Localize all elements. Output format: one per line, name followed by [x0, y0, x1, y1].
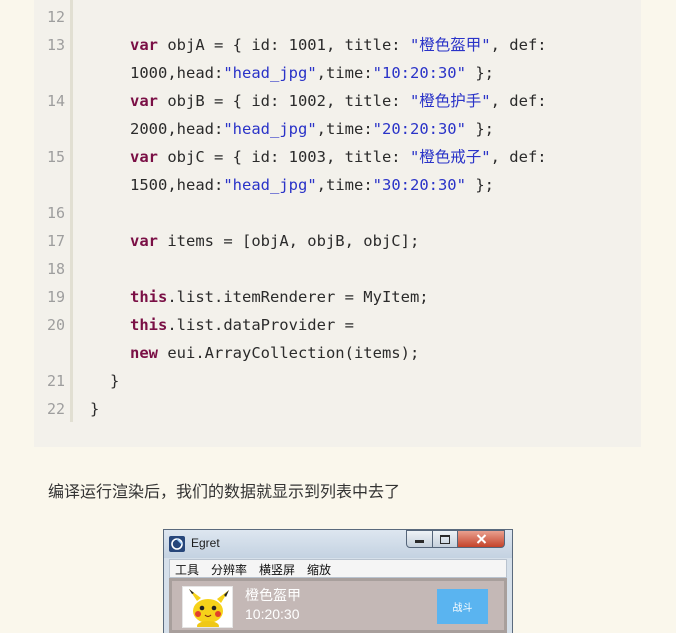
- code-text: ,time:: [316, 64, 373, 82]
- code-line: new eui.ArrayCollection(items);: [130, 339, 419, 367]
- battle-button[interactable]: 战斗: [437, 589, 488, 624]
- code-line: 1000,head:"head_jpg",time:"10:20:30" };: [130, 59, 494, 87]
- keyword: this: [130, 288, 168, 306]
- keyword: var: [130, 148, 158, 166]
- line-number: 19: [46, 288, 65, 306]
- egret-window-screenshot: Egret 工具 分辨率 横竖屏 缩放 橙色盔甲 10:20:30 战斗: [163, 529, 513, 633]
- window-title: Egret: [191, 536, 220, 550]
- code-text: objA = { id: 1001, title:: [158, 36, 410, 54]
- code-line: this.list.itemRenderer = MyItem;: [130, 283, 429, 311]
- menu-item-tools[interactable]: 工具: [175, 561, 199, 578]
- string-literal: "20:20:30": [372, 120, 466, 138]
- item-avatar: [182, 586, 233, 628]
- line-number: 21: [46, 372, 65, 390]
- menu-item-resolution[interactable]: 分辨率: [211, 561, 247, 578]
- maximize-icon: [440, 534, 450, 544]
- code-line: var objB = { id: 1002, title: "橙色护手", de…: [130, 87, 547, 115]
- line-number: 14: [46, 92, 65, 110]
- item-time: 10:20:30: [245, 606, 300, 622]
- window-content: 橙色盔甲 10:20:30 战斗: [169, 578, 507, 633]
- code-text: ,time:: [316, 120, 373, 138]
- minimize-icon: [415, 540, 424, 543]
- line-number: 16: [46, 204, 65, 222]
- string-literal: "head_jpg": [223, 120, 317, 138]
- code-text: };: [465, 64, 494, 82]
- code-text: };: [465, 176, 494, 194]
- close-icon: [476, 534, 486, 544]
- menu-item-orientation[interactable]: 横竖屏: [259, 561, 295, 578]
- code-text: items = [objA, objB, objC];: [158, 232, 420, 250]
- code-text: .list.itemRenderer = MyItem;: [167, 288, 429, 306]
- pikachu-icon: [189, 589, 229, 627]
- code-text: 1000,head:: [130, 64, 224, 82]
- code-text: .list.dataProvider =: [167, 316, 354, 334]
- code-line: 1500,head:"head_jpg",time:"30:20:30" };: [130, 171, 494, 199]
- menu-item-zoom[interactable]: 缩放: [307, 561, 331, 578]
- code-line: var objA = { id: 1001, title: "橙色盔甲", de…: [130, 31, 547, 59]
- code-text: };: [465, 120, 494, 138]
- keyword: new: [130, 344, 158, 362]
- string-literal: "10:20:30": [372, 64, 466, 82]
- keyword: this: [130, 316, 168, 334]
- caption-text: 编译运行渲染后，我们的数据就显示到列表中去了: [48, 484, 401, 501]
- line-number: 22: [46, 400, 65, 418]
- code-text: objC = { id: 1003, title:: [158, 148, 410, 166]
- code-line: }: [90, 400, 100, 418]
- window-titlebar: Egret: [164, 530, 512, 558]
- code-text: , def:: [490, 148, 547, 166]
- string-literal: "橙色戒子": [409, 148, 491, 166]
- code-text: , def:: [490, 36, 547, 54]
- string-literal: "30:20:30": [372, 176, 466, 194]
- maximize-button[interactable]: [432, 530, 458, 548]
- line-number: 12: [46, 8, 65, 26]
- line-number: 15: [46, 148, 65, 166]
- string-literal: "橙色盔甲": [409, 36, 491, 54]
- egret-logo-icon: [169, 536, 185, 552]
- keyword: var: [130, 92, 158, 110]
- keyword: var: [130, 232, 158, 250]
- minimize-button[interactable]: [406, 530, 433, 548]
- string-literal: "head_jpg": [223, 64, 317, 82]
- line-number: 18: [46, 260, 65, 278]
- code-line: this.list.dataProvider =: [130, 311, 354, 339]
- code-text: ,time:: [316, 176, 373, 194]
- item-title: 橙色盔甲: [245, 587, 301, 603]
- window-menubar: 工具 分辨率 横竖屏 缩放: [169, 559, 507, 578]
- line-number: 13: [46, 36, 65, 54]
- code-line: var items = [objA, objB, objC];: [130, 227, 419, 255]
- code-text: eui.ArrayCollection(items);: [158, 344, 420, 362]
- string-literal: "橙色护手": [409, 92, 491, 110]
- string-literal: "head_jpg": [223, 176, 317, 194]
- article-page: 12 13 14 15 16 17 18 19 20 21 22 var obj…: [0, 0, 676, 633]
- code-text: objB = { id: 1002, title:: [158, 92, 410, 110]
- keyword: var: [130, 36, 158, 54]
- code-line: }: [110, 372, 120, 390]
- line-number: 20: [46, 316, 65, 334]
- code-line: 2000,head:"head_jpg",time:"20:20:30" };: [130, 115, 494, 143]
- list-item[interactable]: 橙色盔甲 10:20:30 战斗: [172, 581, 504, 630]
- code-text: 2000,head:: [130, 120, 224, 138]
- code-line: var objC = { id: 1003, title: "橙色戒子", de…: [130, 143, 547, 171]
- code-text: 1500,head:: [130, 176, 224, 194]
- code-text: , def:: [490, 92, 547, 110]
- line-number: 17: [46, 232, 65, 250]
- close-button[interactable]: [457, 530, 505, 548]
